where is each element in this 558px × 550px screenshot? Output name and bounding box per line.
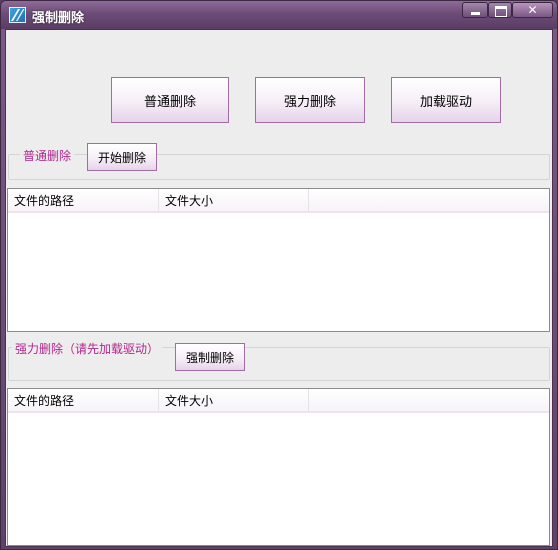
minimize-button[interactable] xyxy=(462,2,488,18)
normal-delete-button[interactable]: 普通删除 xyxy=(111,77,229,123)
column-file-size[interactable]: 文件大小 xyxy=(159,389,309,411)
close-icon: ✕ xyxy=(527,3,538,17)
start-delete-button[interactable]: 开始删除 xyxy=(87,143,157,171)
maximize-button[interactable] xyxy=(488,2,512,18)
force-delete-mode-button[interactable]: 强力删除 xyxy=(255,77,365,123)
normal-delete-file-list[interactable]: 文件的路径 文件大小 xyxy=(7,188,550,332)
title-bar[interactable]: 强制删除 ✕ xyxy=(1,1,557,29)
force-delete-group-label: 强力删除（请先加载驱动） xyxy=(12,340,163,357)
window-title: 强制删除 xyxy=(32,11,85,26)
load-driver-button[interactable]: 加载驱动 xyxy=(391,77,501,123)
main-window: 强制删除 ✕ 普通删除 强力删除 加载驱动 普通删除 开始删除 文件的路径 文件… xyxy=(0,0,558,550)
close-button[interactable]: ✕ xyxy=(512,2,553,18)
normal-delete-group-label: 普通删除 xyxy=(20,147,75,164)
column-file-size[interactable]: 文件大小 xyxy=(159,189,309,211)
column-file-path[interactable]: 文件的路径 xyxy=(8,389,159,411)
app-icon xyxy=(9,7,26,23)
column-empty xyxy=(309,189,550,211)
column-empty xyxy=(309,389,550,411)
client-area: 普通删除 强力删除 加载驱动 普通删除 开始删除 文件的路径 文件大小 强力删除… xyxy=(5,29,553,547)
force-delete-file-list[interactable]: 文件的路径 文件大小 xyxy=(7,388,550,546)
force-delete-button[interactable]: 强制删除 xyxy=(175,343,245,371)
minimize-icon xyxy=(471,12,480,15)
list-header: 文件的路径 文件大小 xyxy=(8,189,549,213)
list-header: 文件的路径 文件大小 xyxy=(8,389,549,413)
maximize-icon xyxy=(495,6,507,17)
column-file-path[interactable]: 文件的路径 xyxy=(8,189,159,211)
